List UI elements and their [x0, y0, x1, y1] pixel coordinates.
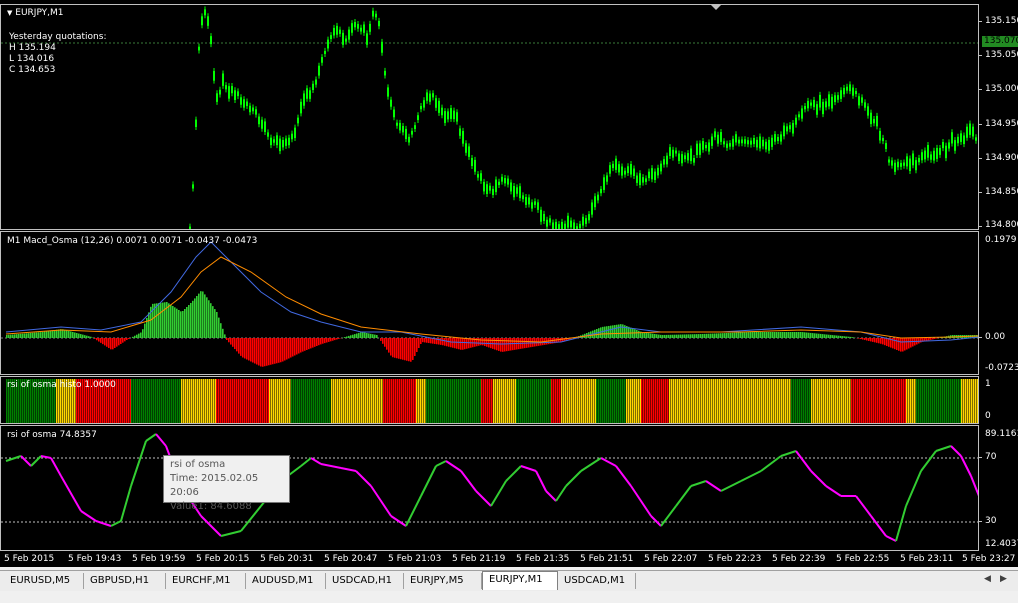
macd-pane[interactable]: M1 Macd_Osma (12,26) 0.0071 0.0071 -0.04…	[0, 231, 979, 375]
histo-pane-title: rsi of osma histo 1.0000	[7, 380, 116, 390]
time-tick: 5 Feb 21:51	[580, 554, 634, 564]
time-tick: 5 Feb 22:23	[708, 554, 762, 564]
time-tick: 5 Feb 21:03	[388, 554, 442, 564]
rsi-of-osma-plot	[1, 433, 978, 542]
shift-marker-icon[interactable]	[711, 5, 721, 10]
rsi-scale[interactable]: 89.1161 70 30 12.4037	[979, 425, 1018, 551]
histo-tick: 1	[985, 379, 991, 389]
tooltip-value: Value1: 84.6088	[170, 501, 252, 512]
time-tick: 5 Feb 23:27	[962, 554, 1016, 564]
price-pane[interactable]: ▼ EURJPY,M1 Yesterday quotations: H 135.…	[0, 4, 979, 230]
tab-eurjpy-m5[interactable]: EURJPY,M5	[404, 573, 482, 589]
chart-tabbar: EURUSD,M5 GBPUSD,H1 EURCHF,M1 AUDUSD,M1 …	[0, 570, 1018, 591]
yesterday-quotations: Yesterday quotations: H 135.194 L 134.01…	[9, 32, 106, 76]
time-axis[interactable]: 5 Feb 2015 5 Feb 19:43 5 Feb 19:59 5 Feb…	[0, 551, 1018, 567]
time-tick: 5 Feb 22:07	[644, 554, 698, 564]
price-tick: 135.000	[985, 84, 1018, 94]
quotes-header: Yesterday quotations:	[9, 32, 107, 42]
time-tick: 5 Feb 20:31	[260, 554, 314, 564]
time-tick: 5 Feb 21:19	[452, 554, 506, 564]
time-tick: 5 Feb 20:47	[324, 554, 378, 564]
price-tick: 134.800	[985, 220, 1018, 230]
time-tick: 5 Feb 20:15	[196, 554, 250, 564]
current-price-badge: 135.070	[982, 36, 1018, 47]
tooltip-time: Time: 2015.02.05 20:06	[170, 473, 259, 498]
price-scale[interactable]: 135.150 135.050 135.000 134.950 134.900 …	[979, 4, 1018, 230]
rsi-tick: 70	[985, 452, 997, 462]
rsi-tick: 89.1161	[985, 429, 1018, 439]
tab-gbpusd-h1[interactable]: GBPUSD,H1	[84, 573, 166, 589]
price-candles	[1, 6, 978, 229]
quote-high: H 135.194	[9, 43, 56, 53]
rsi-tick: 12.4037	[985, 539, 1018, 549]
symbol-label: EURJPY,M1	[15, 8, 64, 18]
histo-tick: 0	[985, 411, 991, 421]
time-tick: 5 Feb 23:11	[900, 554, 954, 564]
chart-menu-triangle-icon[interactable]: ▼	[7, 9, 12, 17]
time-tick: 5 Feb 2015	[4, 554, 55, 564]
price-tick: 134.950	[985, 119, 1018, 129]
macd-tick: 0.1979	[985, 235, 1017, 245]
histo-pane[interactable]: rsi of osma histo 1.0000	[0, 376, 979, 424]
price-tick: 134.850	[985, 187, 1018, 197]
price-tick: 135.150	[985, 16, 1018, 26]
status-bar	[0, 592, 1018, 603]
tab-eurusd-m5[interactable]: EURUSD,M5	[4, 573, 84, 589]
rsi-tick: 30	[985, 516, 997, 526]
tab-scroll-left-icon[interactable]: ◀	[984, 574, 991, 584]
quote-low: L 134.016	[9, 54, 55, 64]
quote-close: C 134.653	[9, 65, 56, 75]
macd-tick: -0.0723	[985, 363, 1018, 373]
time-tick: 5 Feb 22:55	[836, 554, 890, 564]
tab-usdcad-m1[interactable]: USDCAD,M1	[558, 573, 636, 589]
histo-scale[interactable]: 1 0	[979, 376, 1018, 424]
rsi-pane[interactable]: rsi of osma 74.8357	[0, 425, 979, 551]
rsi-pane-title: rsi of osma 74.8357	[7, 430, 97, 440]
macd-tick: 0.00	[985, 332, 1006, 342]
time-tick: 5 Feb 19:59	[132, 554, 186, 564]
time-tick: 5 Feb 19:43	[68, 554, 122, 564]
tab-usdcad-h1[interactable]: USDCAD,H1	[326, 573, 404, 589]
price-tick: 134.900	[985, 153, 1018, 163]
macd-osma-plot	[1, 241, 978, 367]
price-tick: 135.050	[985, 50, 1018, 60]
tooltip-name: rsi of osma	[170, 459, 226, 470]
price-pane-title: ▼ EURJPY,M1	[7, 8, 64, 18]
rsi-osma-histogram	[6, 379, 978, 423]
time-tick: 5 Feb 22:39	[772, 554, 826, 564]
tab-eurchf-m1[interactable]: EURCHF,M1	[166, 573, 246, 589]
tab-eurjpy-m1[interactable]: EURJPY,M1	[482, 571, 558, 590]
time-tick: 5 Feb 21:35	[516, 554, 570, 564]
tab-scroll-right-icon[interactable]: ▶	[1000, 574, 1007, 584]
tab-audusd-m1[interactable]: AUDUSD,M1	[246, 573, 326, 589]
indicator-tooltip: rsi of osma Time: 2015.02.05 20:06 Value…	[163, 455, 290, 512]
chart-window[interactable]: ▼ EURJPY,M1 Yesterday quotations: H 135.…	[0, 0, 1018, 567]
macd-pane-title: M1 Macd_Osma (12,26) 0.0071 0.0071 -0.04…	[7, 236, 258, 246]
macd-scale[interactable]: 0.1979 0.00 -0.0723	[979, 231, 1018, 375]
